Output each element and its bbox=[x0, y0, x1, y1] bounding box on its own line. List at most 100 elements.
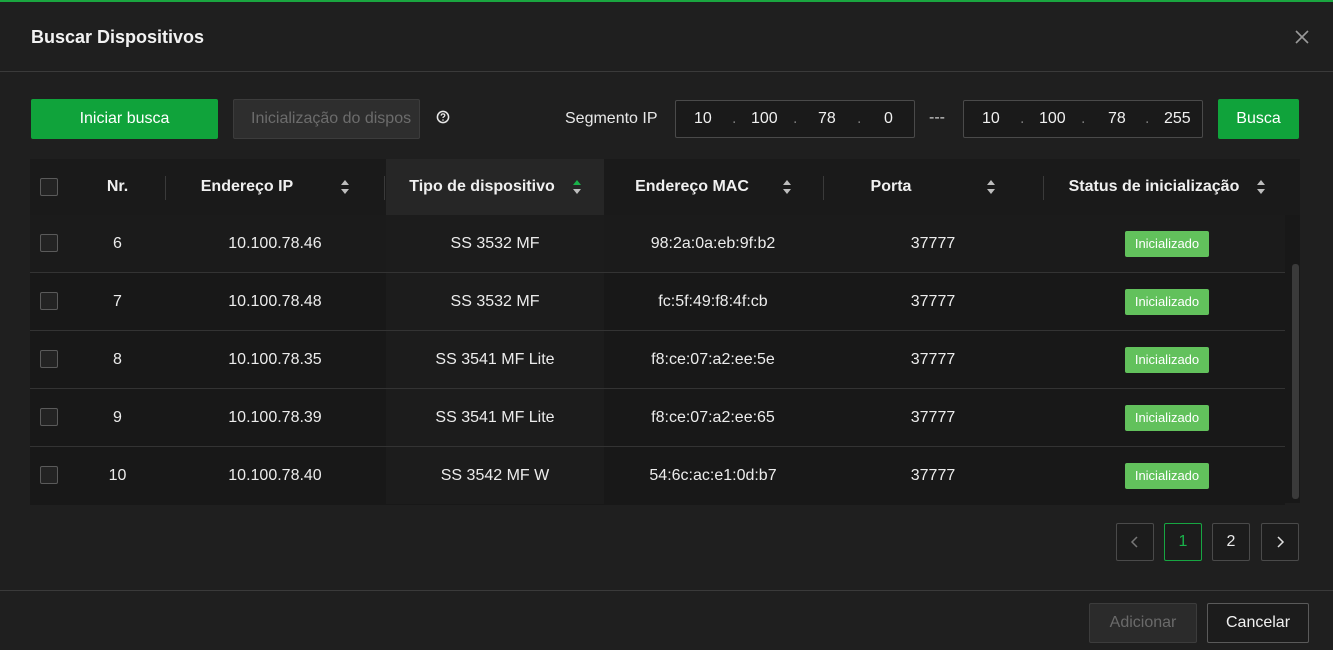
col-init-status-label: Status de inicialização bbox=[1068, 178, 1240, 195]
row-checkbox[interactable] bbox=[40, 408, 58, 426]
column-divider bbox=[384, 176, 385, 200]
search-button[interactable]: Busca bbox=[1218, 99, 1299, 139]
table-scrollbar[interactable] bbox=[1292, 264, 1299, 499]
sort-icon[interactable] bbox=[782, 180, 791, 194]
cell-nr: 9 bbox=[113, 408, 122, 426]
row-checkbox[interactable] bbox=[40, 234, 58, 252]
ip-end-octet-4: 255 bbox=[1164, 110, 1191, 127]
cell-mac: 98:2a:0a:eb:9f:b2 bbox=[650, 234, 776, 252]
cell-ip: 10.100.78.46 bbox=[228, 234, 322, 252]
ip-end-octet-1: 10 bbox=[982, 110, 1000, 127]
initialize-device-button[interactable]: Inicialização do dispos bbox=[233, 99, 420, 139]
status-badge: Inicializado bbox=[1124, 346, 1210, 373]
page-1-button[interactable]: 1 bbox=[1164, 523, 1202, 561]
cancel-button[interactable]: Cancelar bbox=[1207, 603, 1309, 643]
ip-dot: . bbox=[1081, 110, 1086, 127]
search-devices-dialog: Buscar Dispositivos Iniciar busca Inicia… bbox=[0, 0, 1333, 650]
cell-device-type: SS 3532 MF bbox=[386, 215, 604, 272]
col-ip-label: Endereço IP bbox=[200, 178, 294, 195]
table-row[interactable]: 8 10.100.78.35 SS 3541 MF Lite f8:ce:07:… bbox=[30, 331, 1285, 389]
row-checkbox[interactable] bbox=[40, 466, 58, 484]
cell-nr: 8 bbox=[113, 350, 122, 368]
close-icon[interactable] bbox=[1293, 28, 1311, 46]
cell-status: Inicializado bbox=[1044, 273, 1290, 330]
ip-dot: . bbox=[732, 110, 737, 127]
sort-icon[interactable] bbox=[987, 180, 996, 194]
cell-status: Inicializado bbox=[1044, 447, 1290, 504]
table-row[interactable]: 9 10.100.78.39 SS 3541 MF Lite f8:ce:07:… bbox=[30, 389, 1285, 447]
ip-end-octet-2: 100 bbox=[1039, 110, 1066, 127]
col-init-status[interactable]: Status de inicialização bbox=[1044, 159, 1290, 215]
ip-end-octet-3: 78 bbox=[1108, 110, 1126, 127]
next-page-button[interactable] bbox=[1261, 523, 1299, 561]
cell-status: Inicializado bbox=[1044, 389, 1290, 446]
cell-mac: fc:5f:49:f8:4f:cb bbox=[658, 292, 768, 310]
col-nr: Nr. bbox=[70, 159, 165, 215]
ip-dot: . bbox=[857, 110, 862, 127]
status-badge: Inicializado bbox=[1124, 288, 1210, 315]
help-icon[interactable] bbox=[436, 110, 450, 124]
cell-ip: 10.100.78.35 bbox=[228, 350, 322, 368]
cell-port: 37777 bbox=[910, 234, 956, 252]
status-badge: Inicializado bbox=[1124, 404, 1210, 431]
cell-nr: 7 bbox=[113, 292, 122, 310]
col-device-type[interactable]: Tipo de dispositivo bbox=[386, 159, 604, 215]
col-device-type-label: Tipo de dispositivo bbox=[409, 178, 555, 195]
add-button[interactable]: Adicionar bbox=[1089, 603, 1197, 643]
col-port-label: Porta bbox=[870, 178, 912, 195]
cell-device-type: SS 3542 MF W bbox=[386, 447, 604, 504]
search-toolbar: Iniciar busca Inicialização do dispos Se… bbox=[0, 99, 1333, 141]
table-row[interactable]: 7 10.100.78.48 SS 3532 MF fc:5f:49:f8:4f… bbox=[30, 273, 1285, 331]
cell-device-type: SS 3541 MF Lite bbox=[386, 331, 604, 388]
prev-page-button[interactable] bbox=[1116, 523, 1154, 561]
col-mac-label: Endereço MAC bbox=[635, 178, 749, 195]
cell-mac: f8:ce:07:a2:ee:65 bbox=[651, 408, 775, 426]
row-checkbox[interactable] bbox=[40, 350, 58, 368]
cell-device-type: SS 3541 MF Lite bbox=[386, 389, 604, 446]
ip-dot: . bbox=[793, 110, 798, 127]
col-ip[interactable]: Endereço IP bbox=[166, 159, 384, 215]
col-port[interactable]: Porta bbox=[824, 159, 1042, 215]
sort-icon[interactable] bbox=[341, 180, 350, 194]
cell-port: 37777 bbox=[910, 466, 956, 484]
cell-ip: 10.100.78.48 bbox=[228, 292, 322, 310]
ip-start-octet-1: 10 bbox=[694, 110, 712, 127]
chevron-left-icon bbox=[1130, 536, 1138, 548]
select-all-checkbox[interactable] bbox=[40, 178, 58, 196]
cell-nr: 6 bbox=[113, 234, 122, 252]
dialog-title: Buscar Dispositivos bbox=[31, 27, 205, 47]
page-2-button[interactable]: 2 bbox=[1212, 523, 1250, 561]
status-badge: Inicializado bbox=[1124, 462, 1210, 489]
sort-icon[interactable] bbox=[1257, 180, 1266, 194]
status-badge: Inicializado bbox=[1124, 230, 1210, 257]
ip-start-input[interactable]: 10 . 100 . 78 . 0 bbox=[675, 100, 915, 138]
cell-port: 37777 bbox=[910, 408, 956, 426]
cell-nr: 10 bbox=[108, 466, 127, 484]
cell-status: Inicializado bbox=[1044, 331, 1290, 388]
ip-start-octet-2: 100 bbox=[751, 110, 778, 127]
col-nr-label: Nr. bbox=[106, 178, 129, 195]
cell-mac: f8:ce:07:a2:ee:5e bbox=[651, 350, 775, 368]
table-row[interactable]: 10 10.100.78.40 SS 3542 MF W 54:6c:ac:e1… bbox=[30, 447, 1285, 505]
sort-asc-icon[interactable] bbox=[572, 180, 581, 194]
cell-status: Inicializado bbox=[1044, 215, 1290, 272]
footer-divider bbox=[0, 590, 1333, 591]
dialog-header: Buscar Dispositivos bbox=[0, 2, 1333, 72]
ip-segment-label: Segmento IP bbox=[565, 110, 658, 127]
table-header: Nr. Endereço IP Tipo de dispositivo Ende… bbox=[30, 159, 1300, 215]
cell-port: 37777 bbox=[910, 350, 956, 368]
col-mac[interactable]: Endereço MAC bbox=[604, 159, 822, 215]
start-search-button[interactable]: Iniciar busca bbox=[31, 99, 218, 139]
cell-ip: 10.100.78.40 bbox=[228, 466, 322, 484]
ip-start-octet-4: 0 bbox=[884, 110, 893, 127]
ip-dot: . bbox=[1020, 110, 1025, 127]
row-checkbox[interactable] bbox=[40, 292, 58, 310]
devices-table: Nr. Endereço IP Tipo de dispositivo Ende… bbox=[30, 159, 1300, 505]
cell-mac: 54:6c:ac:e1:0d:b7 bbox=[649, 466, 777, 484]
ip-dot: . bbox=[1145, 110, 1150, 127]
ip-start-octet-3: 78 bbox=[818, 110, 836, 127]
ip-end-input[interactable]: 10 . 100 . 78 . 255 bbox=[963, 100, 1203, 138]
range-separator: --- bbox=[929, 109, 945, 126]
cell-ip: 10.100.78.39 bbox=[228, 408, 322, 426]
table-row[interactable]: 6 10.100.78.46 SS 3532 MF 98:2a:0a:eb:9f… bbox=[30, 215, 1285, 273]
